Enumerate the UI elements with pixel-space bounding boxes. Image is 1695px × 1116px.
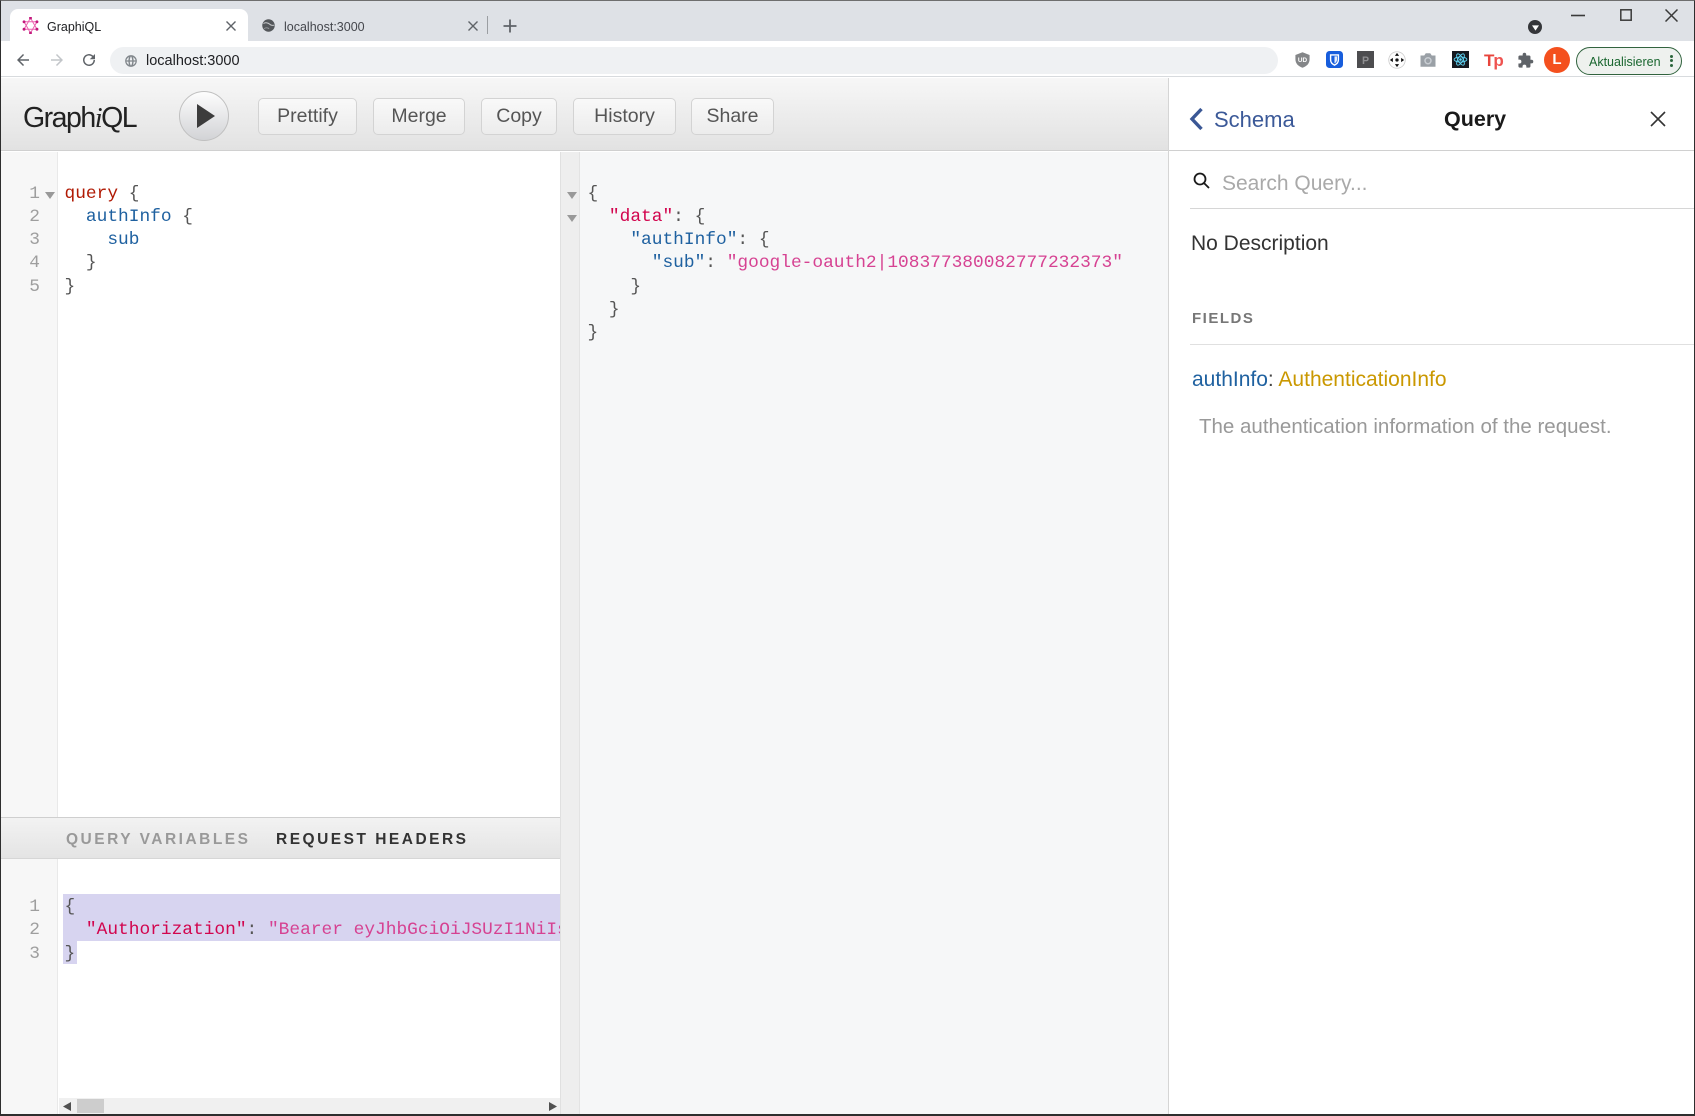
svg-text:UD: UD	[1298, 57, 1308, 64]
svg-text:P: P	[1362, 55, 1369, 67]
